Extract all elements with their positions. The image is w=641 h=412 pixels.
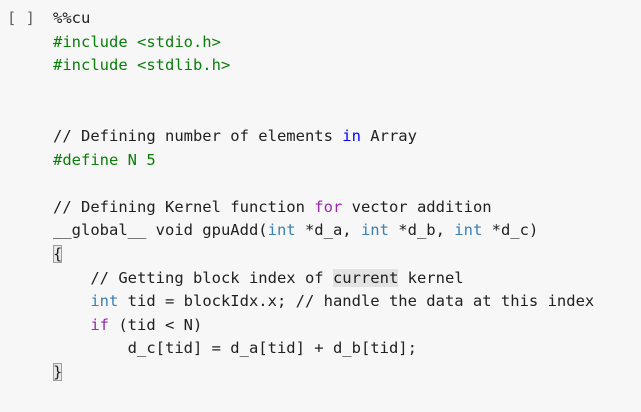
code-line[interactable]: if (tid < N): [53, 313, 202, 337]
code-token: Array: [360, 127, 417, 145]
code-token: __global__ void gpuAdd(: [53, 221, 268, 240]
code-line[interactable]: // Defining number of elements in Array: [53, 124, 417, 148]
code-token: *d_b,: [388, 221, 455, 240]
code-cell[interactable]: [ ] %%cu #include <stdio.h> #include <stdl…: [0, 0, 641, 412]
code-token: for: [314, 197, 343, 216]
code-line[interactable]: // Getting block index of current kernel: [53, 266, 464, 290]
code-line[interactable]: int tid = blockIdx.x; // handle the data…: [53, 289, 594, 313]
code-token: int: [454, 221, 483, 240]
code-token: int: [360, 221, 389, 240]
code-token: #include <stdlib.h>: [53, 56, 231, 75]
code-line[interactable]: #include <stdio.h>: [53, 30, 221, 54]
code-line[interactable]: }: [53, 360, 63, 384]
code-token: %%cu: [53, 9, 91, 27]
code-token: // Defining number of elements: [53, 127, 343, 145]
code-token: int: [90, 292, 119, 311]
code-token: kernel: [398, 268, 464, 287]
code-token: current: [332, 268, 399, 287]
code-line[interactable]: %%cu: [53, 6, 90, 30]
code-token: int: [267, 221, 296, 240]
code-token: d_c[tid] = d_a[tid] + d_b[tid];: [53, 339, 417, 358]
code-token: vector addition: [342, 197, 492, 216]
code-token: in: [342, 127, 361, 145]
code-token: if: [90, 315, 109, 334]
code-token: // Defining Kernel function: [53, 197, 315, 216]
code-line[interactable]: // Defining Kernel function for vector a…: [53, 195, 492, 219]
code-token: *d_a,: [295, 221, 361, 240]
code-line[interactable]: __global__ void gpuAdd(int *d_a, int *d_…: [53, 218, 538, 242]
code-line[interactable]: {: [53, 242, 63, 266]
code-token: (tid < N): [109, 315, 203, 334]
code-line[interactable]: #include <stdlib.h>: [53, 53, 230, 77]
code-token: {: [53, 245, 63, 263]
code-token: *d_c): [482, 221, 539, 240]
code-token: }: [53, 363, 63, 381]
code-token: #define N 5: [53, 150, 156, 169]
code-editor[interactable]: %%cu #include <stdio.h> #include <stdlib.h…: [0, 0, 641, 412]
code-line[interactable]: d_c[tid] = d_a[tid] + d_b[tid];: [53, 336, 417, 360]
code-token: #include <stdio.h>: [53, 32, 221, 51]
code-token: // Getting block index of: [53, 268, 333, 287]
code-line[interactable]: #define N 5: [53, 148, 156, 172]
code-token: tid = blockIdx.x; // handle the data at …: [118, 292, 595, 311]
